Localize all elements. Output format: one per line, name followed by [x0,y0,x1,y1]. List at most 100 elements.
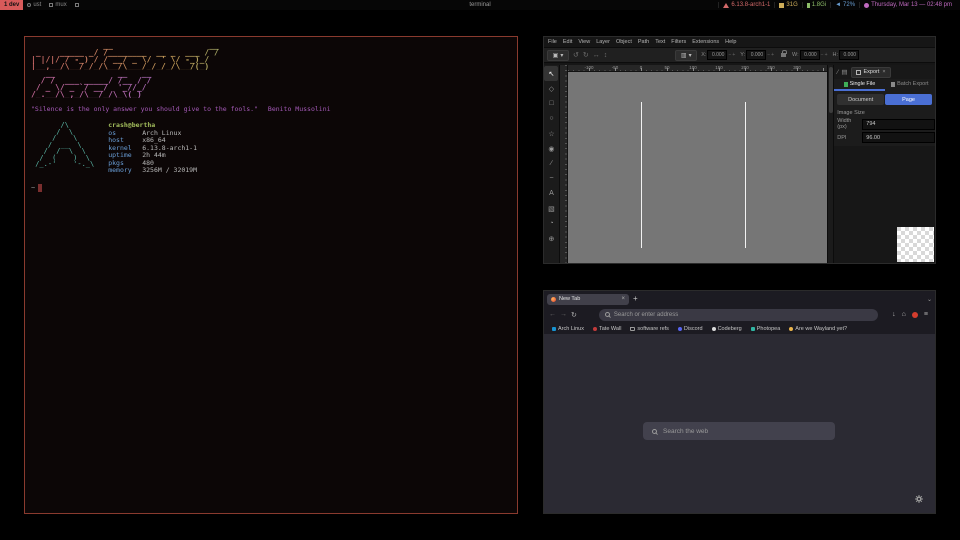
terminal-window[interactable]: __ __ _ _____ _/ /________ __ _ ___ / / … [24,36,518,514]
flip-horizontal-icon[interactable]: ↔ [593,52,600,59]
ellipse-icon: ○ [549,115,553,122]
bookmark-codeberg[interactable]: Codeberg [712,326,742,332]
bookmark-folder-software-refs[interactable]: software refs [630,326,668,332]
terminal-cursor [38,184,42,192]
menu-path[interactable]: Path [638,39,649,45]
bookmark-discord[interactable]: Discord [678,326,703,332]
rectangle-tool[interactable]: □ [544,96,558,111]
workspace-tags: 1 dev ust mux [0,0,83,10]
menu-file[interactable]: File [548,39,557,45]
dropper-tool[interactable]: ◔ [544,216,558,231]
close-icon[interactable]: × [882,69,885,75]
menu-filters[interactable]: Filters [671,39,686,45]
tab-list-chevron-icon[interactable]: ⌄ [927,296,932,303]
bezier-tool[interactable]: ~ [544,171,558,186]
bookmark-are-we-wayland-yet[interactable]: Are we Wayland yet? [789,326,847,332]
inkscape-toolbox: ↖ ◇ □ ○ ☆ ◉ ∕ ~ A ▧ ◔ ⊕ [544,65,560,263]
width-input[interactable]: 794 [862,119,935,130]
workspace-tag-mux[interactable]: mux [45,0,70,10]
height-field[interactable]: H: 0.000 [833,50,860,60]
swatches-dock-icon[interactable]: ▤ [841,68,847,76]
dpi-input[interactable]: 96.00 [862,132,935,143]
batch-export-tab[interactable]: Batch Export [885,79,935,91]
batch-export-icon [891,82,895,87]
downloads-button[interactable]: ↓ [892,311,896,318]
tab-close-icon[interactable]: × [621,296,625,302]
batch-export-label: Batch Export [897,81,929,87]
bookmark-photopea[interactable]: Photopea [751,326,781,332]
lock-ratio-icon[interactable] [781,53,786,57]
width-field[interactable]: W: 0.000 −+ [792,50,828,60]
menu-view[interactable]: View [578,39,590,45]
home-button[interactable]: ⌂ [902,311,906,318]
url-bar[interactable]: Search or enter address [599,309,878,321]
single-file-tab[interactable]: Single File [834,79,884,91]
ellipse-tool[interactable]: ○ [544,111,558,126]
page-button[interactable]: Page [885,94,932,105]
scrollbar-thumb[interactable] [829,67,833,113]
settings-gear-icon[interactable] [915,495,923,503]
ascii-banner-welcome: __ __ _ _____ _/ /________ __ _ ___ / / … [31,42,511,70]
back-button[interactable]: ← [549,311,556,318]
shell-prompt[interactable]: ~ [31,184,511,192]
menu-object[interactable]: Object [616,39,632,45]
export-dock-tab[interactable]: Export × [851,67,891,78]
bookmark-favicon [789,327,793,331]
browser-tab-newtab[interactable]: New Tab × [547,294,629,305]
y-value[interactable]: 0.000 [746,50,766,60]
align-dropdown[interactable]: ▥ ▾ [675,50,697,61]
workspace-tag-dev[interactable]: 1 dev [0,0,23,10]
star-tool[interactable]: ☆ [544,126,558,141]
ruler-label: 150 [715,65,723,70]
stepper-icon[interactable]: −+ [728,52,736,58]
x-value[interactable]: 0.000 [707,50,727,60]
select-options-dropdown[interactable]: ▣ ▾ [547,50,569,61]
rotate-cw-icon[interactable]: ↻ [583,51,589,59]
pencil-dock-icon[interactable]: ∕ [837,69,838,76]
memory-icon [807,3,810,8]
bookmark-arch-linux[interactable]: Arch Linux [552,326,584,332]
drawing-canvas[interactable] [568,72,827,263]
rotate-ccw-icon[interactable]: ↺ [573,51,579,59]
node-tool[interactable]: ◇ [544,81,558,96]
selection-toolbar: ▣ ▾ ↺ ↻ ↔ ↕ ▥ ▾ X: 0.000 −+ Y: 0.000 −+ … [544,47,935,63]
ruler-label: 300 [793,65,801,70]
bookmark-tate-wall[interactable]: Tate Wall [593,326,621,332]
menu-button[interactable]: ≡ [924,311,928,318]
forward-button[interactable]: → [560,311,567,318]
zoom-tool[interactable]: ⊕ [544,231,558,246]
selector-tool[interactable]: ↖ [544,66,558,81]
web-search-box[interactable]: Search the web [643,422,835,440]
dropper-icon: ◔ [549,220,553,227]
extension-icon[interactable] [912,312,918,318]
w-value[interactable]: 0.000 [800,50,820,60]
menu-extensions[interactable]: Extensions [692,39,719,45]
dock-tab-strip: ∕ ▤ Export × [834,65,935,79]
gradient-tool[interactable]: ▧ [544,201,558,216]
layout-indicator[interactable] [71,0,83,10]
stepper-icon[interactable]: −+ [767,52,775,58]
spiral-tool[interactable]: ◉ [544,141,558,156]
align-icon: ▥ [681,52,687,59]
reload-button[interactable]: ↻ [571,311,577,319]
document-button[interactable]: Document [837,94,884,105]
stepper-icon[interactable]: −+ [821,52,829,58]
pencil-tool[interactable]: ∕ [544,156,558,171]
page-button-label: Page [902,97,915,103]
y-coordinate-field[interactable]: Y: 0.000 −+ [740,50,775,60]
menu-layer[interactable]: Layer [596,39,610,45]
workspace-tag-ust[interactable]: ust [23,0,45,10]
x-coordinate-field[interactable]: X: 0.000 −+ [701,50,736,60]
fetch-row: memory 3256M / 32019M [108,167,197,175]
canvas-scrollbar[interactable] [827,65,833,263]
chevron-down-icon: ▾ [689,52,692,59]
menu-edit[interactable]: Edit [563,39,572,45]
flip-vertical-icon[interactable]: ↕ [604,52,608,59]
menu-text[interactable]: Text [655,39,665,45]
rectangle-icon: □ [549,100,553,107]
text-tool[interactable]: A [544,186,558,201]
h-value[interactable]: 0.000 [839,50,859,60]
menu-help[interactable]: Help [725,39,736,45]
text-icon: A [549,190,554,197]
new-tab-button[interactable]: + [633,295,638,303]
